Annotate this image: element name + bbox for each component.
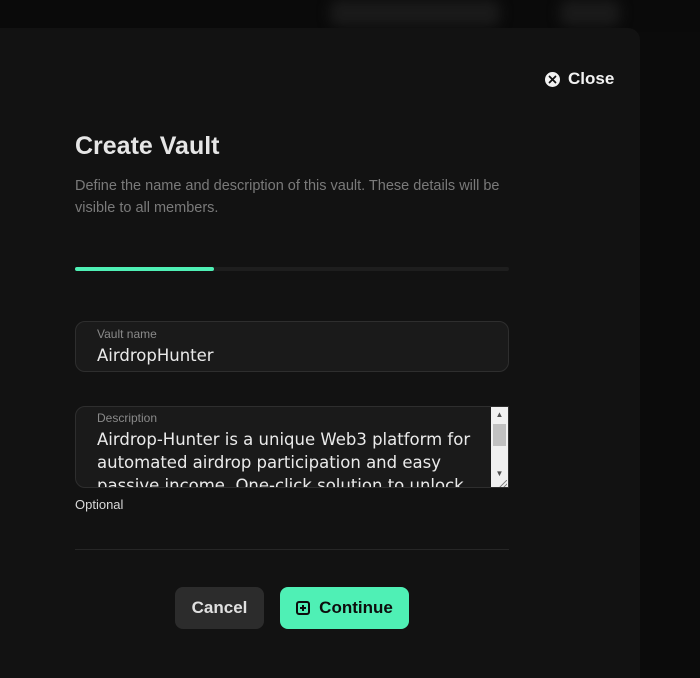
divider: [75, 549, 509, 550]
plus-square-icon: [296, 601, 311, 615]
description-scrollbar[interactable]: ▲ ▼: [491, 407, 508, 487]
scroll-thumb[interactable]: [493, 424, 506, 446]
cancel-label: Cancel: [191, 598, 248, 617]
close-label: Close: [568, 69, 615, 88]
scroll-down-arrow-icon[interactable]: ▼: [491, 466, 508, 481]
page-subtitle: Define the name and description of this …: [75, 178, 500, 216]
close-icon: [545, 71, 560, 87]
vault-name-field[interactable]: Vault name AirdropHunter: [75, 321, 509, 372]
progress-fill: [75, 267, 214, 271]
continue-label: Continue: [319, 598, 393, 617]
cancel-button[interactable]: Cancel: [175, 587, 264, 629]
background-blur-1: [330, 0, 500, 26]
description-textarea[interactable]: Airdrop-Hunter is a unique Web3 platform…: [97, 428, 477, 487]
resize-grip-icon[interactable]: [499, 480, 507, 487]
close-button[interactable]: Close: [545, 69, 614, 89]
continue-button[interactable]: Continue: [280, 587, 409, 629]
progress-bar: [75, 267, 509, 271]
vault-name-input[interactable]: AirdropHunter: [97, 346, 214, 365]
background-blur-2: [560, 0, 620, 26]
page-title: Create Vault: [75, 132, 220, 160]
description-label: Description: [97, 411, 158, 425]
vault-name-label: Vault name: [97, 327, 157, 341]
description-field[interactable]: Description Airdrop-Hunter is a unique W…: [75, 406, 509, 488]
scroll-up-arrow-icon[interactable]: ▲: [491, 407, 508, 422]
optional-note: Optional: [75, 497, 124, 512]
